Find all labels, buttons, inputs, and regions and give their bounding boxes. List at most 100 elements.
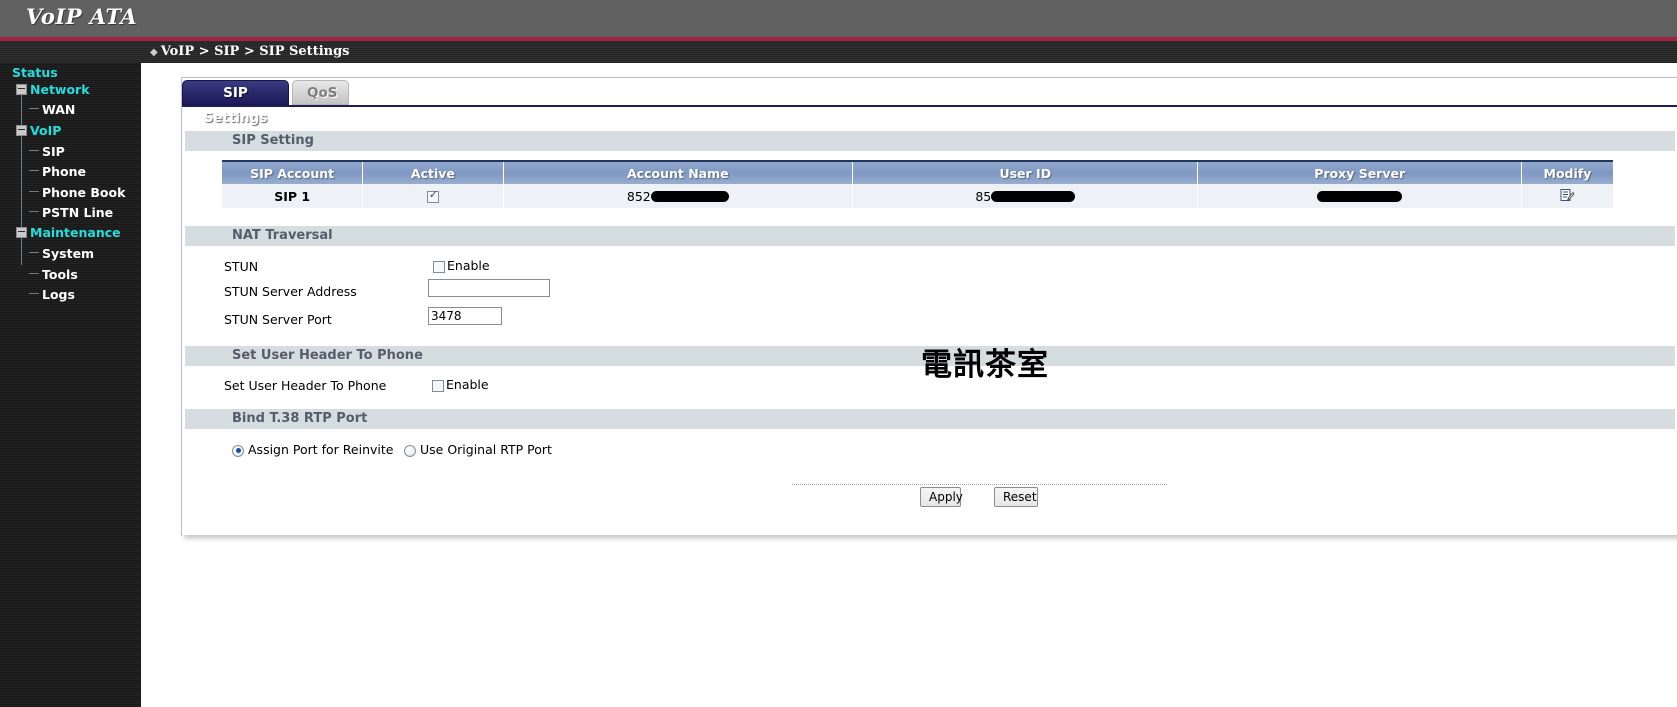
stun-enable-checkbox[interactable] (433, 260, 445, 273)
cell-account-name: 852 (503, 184, 854, 208)
column-active: Active (362, 160, 504, 184)
radio-button-icon[interactable] (232, 444, 244, 457)
sidebar-item-label: Phone Book (42, 185, 126, 200)
section-title: NAT Traversal (232, 228, 333, 243)
sidebar-item-voip[interactable]: VoIP (16, 123, 61, 138)
label-stun: STUN (224, 259, 259, 274)
minus-box-icon[interactable] (16, 125, 27, 136)
tab-qos[interactable]: QoS (292, 80, 349, 105)
redaction-bar (1317, 190, 1403, 202)
top-banner: VoIP ATA (0, 0, 1677, 37)
stun-enable-control[interactable]: Enable (433, 258, 490, 273)
column-sip-account: SIP Account (222, 160, 364, 184)
cell-modify (1521, 184, 1613, 208)
label-stun-server-port: STUN Server Port (224, 312, 332, 327)
sidebar-item-status[interactable]: Status (12, 65, 58, 80)
radio-assign-port-for-reinvite[interactable]: Assign Port for Reinvite (232, 442, 393, 457)
sidebar-item-label: Network (30, 82, 90, 97)
sidebar-item-maintenance[interactable]: Maintenance (16, 225, 121, 240)
apply-button[interactable]: Apply (920, 487, 963, 507)
section-title: SIP Setting (232, 133, 314, 148)
tree-branch-icon (29, 273, 39, 274)
tab-underline (182, 105, 1677, 107)
radio-use-original-rtp-port[interactable]: Use Original RTP Port (404, 442, 552, 457)
label-stun-server-address: STUN Server Address (224, 284, 357, 299)
sidebar-item-label: Phone (42, 164, 87, 179)
sidebar-item-label: SIP (42, 144, 65, 159)
section-title: Set User Header To Phone (232, 348, 423, 363)
column-proxy-server: Proxy Server (1197, 160, 1522, 184)
set-user-header-enable-label: Enable (446, 377, 489, 392)
table-header-row: SIP Account Active Account Name User ID … (222, 160, 1613, 184)
watermark-text: 電訊茶室 (921, 347, 1049, 383)
sidebar-item-phone[interactable]: Phone (29, 164, 86, 179)
tree-branch-icon (29, 252, 39, 253)
redaction-bar (991, 190, 1076, 202)
divider (792, 484, 1167, 485)
sidebar-item-network[interactable]: Network (16, 82, 90, 97)
cell-sip-account: SIP 1 (222, 184, 364, 208)
table-row: SIP 1 852 85 (222, 184, 1613, 208)
column-modify: Modify (1521, 160, 1613, 184)
set-user-header-control[interactable]: Enable (432, 377, 489, 392)
apply-label: Apply (929, 490, 963, 504)
sidebar-item-label: Logs (42, 287, 75, 302)
tree-branch-icon (29, 170, 39, 171)
stun-enable-label: Enable (447, 258, 490, 273)
stun-server-address-input[interactable] (428, 279, 550, 297)
sip-account-table: SIP Account Active Account Name User ID … (222, 160, 1613, 208)
stun-server-port-input[interactable] (428, 307, 502, 325)
tree-branch-icon (29, 211, 39, 212)
sidebar-item-tools[interactable]: Tools (29, 267, 78, 282)
sidebar: Status Network WAN VoIP SIP Phone Phone … (0, 63, 141, 707)
minus-box-icon[interactable] (16, 227, 27, 238)
reset-label: Reset (1003, 490, 1037, 504)
label-set-user-header: Set User Header To Phone (224, 378, 387, 393)
set-user-header-checkbox[interactable] (432, 379, 444, 392)
sidebar-item-wan[interactable]: WAN (29, 102, 75, 117)
diamond-bullet-icon: ◆ (150, 47, 158, 58)
reset-button[interactable]: Reset (994, 487, 1038, 507)
redaction-bar (650, 190, 729, 202)
cell-active (362, 184, 504, 208)
section-title: Bind T.38 RTP Port (232, 411, 368, 426)
brand-title: VoIP ATA (26, 4, 138, 29)
tree-branch-icon (29, 191, 39, 192)
sidebar-item-phone-book[interactable]: Phone Book (29, 185, 125, 200)
section-header-sip-setting: SIP Setting (185, 131, 1675, 151)
tree-branch-icon (29, 150, 39, 151)
sidebar-item-pstn-line[interactable]: PSTN Line (29, 205, 113, 220)
edit-page-icon[interactable] (1559, 187, 1575, 203)
sidebar-item-label: System (42, 246, 95, 261)
radio-label: Assign Port for Reinvite (248, 442, 394, 457)
sidebar-item-label: Tools (42, 267, 78, 282)
sidebar-item-label: WAN (42, 102, 76, 117)
section-header-nat-traversal: NAT Traversal (185, 226, 1675, 246)
cell-proxy-server (1197, 184, 1522, 208)
tree-branch-icon (29, 293, 39, 294)
content-area: SIP Settings QoS SIP Setting SIP Account… (141, 63, 1677, 707)
settings-panel: SIP Settings QoS SIP Setting SIP Account… (181, 77, 1677, 536)
tab-strip: SIP Settings QoS (182, 78, 1677, 126)
breadcrumb-bar: ◆ VoIP > SIP > SIP Settings (0, 41, 1677, 63)
account-name-prefix: 852 (626, 188, 651, 204)
radio-button-icon[interactable] (404, 444, 416, 457)
sidebar-item-logs[interactable]: Logs (29, 287, 75, 302)
column-user-id: User ID (852, 160, 1199, 184)
tab-label: QoS (307, 85, 338, 101)
sidebar-item-label: VoIP (30, 123, 62, 138)
cell-user-id: 85 (852, 184, 1199, 208)
sidebar-item-label: Status (12, 65, 58, 80)
breadcrumb-text: VoIP > SIP > SIP Settings (160, 44, 350, 59)
sidebar-item-label: PSTN Line (42, 205, 114, 220)
active-checkbox[interactable] (426, 188, 439, 203)
minus-box-icon[interactable] (16, 84, 27, 95)
sidebar-item-label: Maintenance (30, 225, 121, 240)
tree-branch-icon (29, 108, 39, 109)
section-header-bind-t38: Bind T.38 RTP Port (185, 409, 1675, 429)
breadcrumb: ◆ VoIP > SIP > SIP Settings (150, 44, 350, 59)
radio-label: Use Original RTP Port (420, 442, 552, 457)
sidebar-item-system[interactable]: System (29, 246, 94, 261)
tab-sip-settings[interactable]: SIP Settings (182, 80, 289, 126)
sidebar-item-sip[interactable]: SIP (29, 144, 65, 159)
